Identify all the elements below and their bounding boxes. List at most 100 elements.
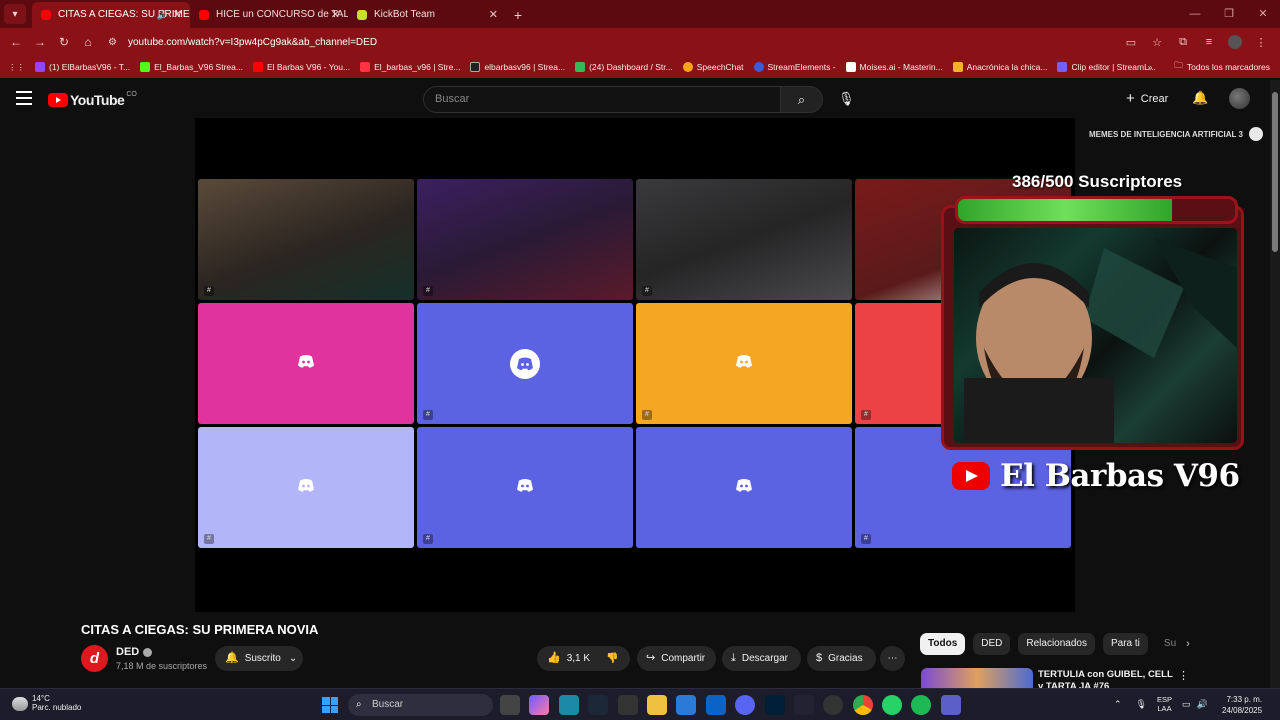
copilot-icon[interactable] [529, 695, 550, 715]
all-bookmarks-button[interactable]: Todos los marcadores [1187, 62, 1270, 72]
mic-status-icon: # [642, 286, 652, 296]
recommended-video-thumbnail[interactable] [921, 668, 1033, 688]
windows-start-icon[interactable] [322, 697, 338, 713]
outlook-icon[interactable] [705, 695, 726, 715]
volume-icon[interactable]: 🔊 [1197, 699, 1208, 710]
capture-icon[interactable] [793, 695, 814, 715]
studio-icon [360, 62, 371, 72]
chip-para-ti[interactable]: Para ti [1103, 633, 1148, 655]
search-button[interactable]: ⌕ [781, 86, 823, 113]
bookmark-8[interactable]: StreamElements - [749, 62, 841, 72]
task-view-icon[interactable] [500, 695, 520, 715]
chrome-icon[interactable] [852, 695, 873, 715]
speaker-icon[interactable]: 🔊 [157, 2, 168, 28]
url-field[interactable]: ⚙ youtube.com/watch?v=I3pw4pCg9ak&ab_cha… [108, 31, 1108, 53]
chip-relacionados[interactable]: Relacionados [1018, 633, 1095, 655]
store-icon[interactable] [676, 695, 697, 715]
bookmark-2[interactable]: El_Barbas_V96 Strea... [135, 62, 248, 72]
youtube-logo-icon [952, 462, 990, 490]
weather-widget[interactable]: 14°C Parc. nublado [12, 694, 81, 712]
create-button[interactable]: + Crear [1126, 90, 1168, 107]
recommended-more-icon[interactable]: ⋮ [1178, 669, 1189, 682]
cast-icon[interactable]: ▭ [1118, 36, 1144, 49]
hamburger-menu-icon[interactable] [16, 91, 32, 109]
subscribed-button[interactable]: 🔔 Suscrito ⌄ [215, 646, 303, 671]
profile-icon[interactable] [1222, 35, 1248, 49]
like-button[interactable]: 👍 3,1 K 👎 [537, 646, 630, 671]
bookmark-3[interactable]: El Barbas V96 - You... [248, 62, 355, 72]
home-icon[interactable]: ⌂ [76, 35, 100, 49]
site-info-icon[interactable]: ⚙ [108, 37, 122, 48]
call-tile-camera-2: # [417, 179, 633, 300]
mic-status-icon: # [204, 534, 214, 544]
maximize-icon[interactable]: ❐ [1212, 0, 1246, 28]
whatsapp-icon[interactable] [882, 695, 903, 715]
chevron-right-icon[interactable]: › [1186, 638, 1190, 650]
close-tab-icon[interactable]: ✕ [331, 2, 340, 28]
photoshop-icon[interactable] [764, 695, 785, 715]
forward-icon[interactable]: → [28, 35, 52, 49]
extensions-icon[interactable]: ⧉ [1170, 36, 1196, 49]
kick-icon [140, 62, 151, 72]
voice-search-icon[interactable]: 🎙 [838, 91, 855, 107]
steam-icon[interactable] [588, 695, 609, 715]
tiktok-icon [470, 62, 481, 72]
obs-icon[interactable] [823, 695, 844, 715]
thanks-button[interactable]: $ Gracias [807, 646, 876, 671]
taskbar-clock[interactable]: 7:33 p. m. 24/08/2025 [1222, 694, 1262, 716]
bookmark-1[interactable]: (1) ElBarbasV96 - T... [30, 62, 135, 72]
thumbs-down-icon[interactable]: 👎 [606, 653, 618, 664]
close-tab-icon[interactable]: ✕ [173, 2, 182, 28]
reload-icon[interactable]: ↻ [52, 35, 76, 49]
bell-icon: 🔔 [225, 652, 239, 664]
youtube-icon [252, 62, 263, 72]
new-tab-button[interactable]: + [506, 2, 530, 28]
youtube-logo[interactable]: YouTube CO [48, 91, 137, 108]
notifications-bell-icon[interactable]: 🔔 [1192, 90, 1208, 106]
page-scrollbar[interactable] [1270, 80, 1280, 688]
bookmark-6[interactable]: (24) Dashboard / Str... [570, 62, 678, 72]
more-bookmarks-button[interactable]: » [1148, 62, 1153, 72]
browser-menu-icon[interactable]: ⋮ [1248, 36, 1274, 49]
taskbar-search[interactable]: ⌕ Buscar [348, 694, 493, 716]
bookmark-4[interactable]: El_barbas_v96 | Stre... [355, 62, 465, 72]
bookmark-7[interactable]: SpeechChat [678, 62, 749, 72]
teams-icon[interactable] [940, 695, 961, 715]
search-input[interactable]: Buscar [423, 86, 781, 113]
epic-games-icon[interactable] [617, 695, 638, 715]
chip-ded[interactable]: DED [973, 633, 1011, 655]
discord-taskbar-icon[interactable] [735, 695, 756, 715]
edge-icon[interactable] [558, 695, 579, 715]
chip-todos[interactable]: Todos [920, 633, 966, 655]
channel-avatar[interactable]: d [81, 645, 108, 672]
more-actions-button[interactable]: ⋯ [880, 646, 905, 671]
spotify-icon[interactable] [911, 695, 932, 715]
mic-tray-icon[interactable]: 🎙 [1136, 699, 1147, 710]
back-icon[interactable]: ← [4, 35, 28, 49]
account-avatar[interactable] [1229, 88, 1250, 109]
tab-concurso-talentos[interactable]: HICE un CONCURSO de TALEN ✕ [190, 2, 348, 28]
file-explorer-icon[interactable] [646, 695, 667, 715]
network-icon[interactable]: ▭ [1182, 699, 1191, 710]
chip-truncated[interactable]: Su [1156, 633, 1176, 655]
tab-citas-a-ciegas[interactable]: CITAS A CIEGAS: SU PRIMER 🔊 ✕ [32, 2, 190, 28]
subscriber-goal-bar [955, 196, 1238, 224]
scrollbar-thumb[interactable] [1272, 92, 1278, 252]
close-window-icon[interactable]: ✕ [1246, 0, 1280, 28]
channel-name[interactable]: DED [116, 646, 153, 658]
bookmark-star-icon[interactable]: ☆ [1144, 36, 1170, 49]
bookmark-11[interactable]: Clip editor | StreamL... [1052, 62, 1160, 72]
language-indicator[interactable]: ESP LAA [1157, 695, 1172, 713]
download-button[interactable]: ⤓ Descargar [722, 646, 801, 671]
tray-expand-icon[interactable]: ⌃ [1114, 699, 1122, 710]
minimize-icon[interactable]: — [1178, 0, 1212, 28]
tab-kickbot[interactable]: KickBot Team ✕ [348, 2, 506, 28]
close-tab-icon[interactable]: ✕ [489, 2, 498, 28]
bookmark-5[interactable]: elbarbasv96 | Strea... [465, 62, 570, 72]
share-button[interactable]: ↪ Compartir [637, 646, 716, 671]
bookmark-9[interactable]: Moises.ai - Masterin... [841, 62, 948, 72]
apps-icon[interactable]: ⋮⋮ [0, 62, 30, 73]
bookmark-10[interactable]: Anacrónica la chica... [948, 62, 1053, 72]
tab-search-button[interactable]: ▾ [4, 4, 26, 24]
media-icon[interactable]: ≡ [1196, 36, 1222, 48]
